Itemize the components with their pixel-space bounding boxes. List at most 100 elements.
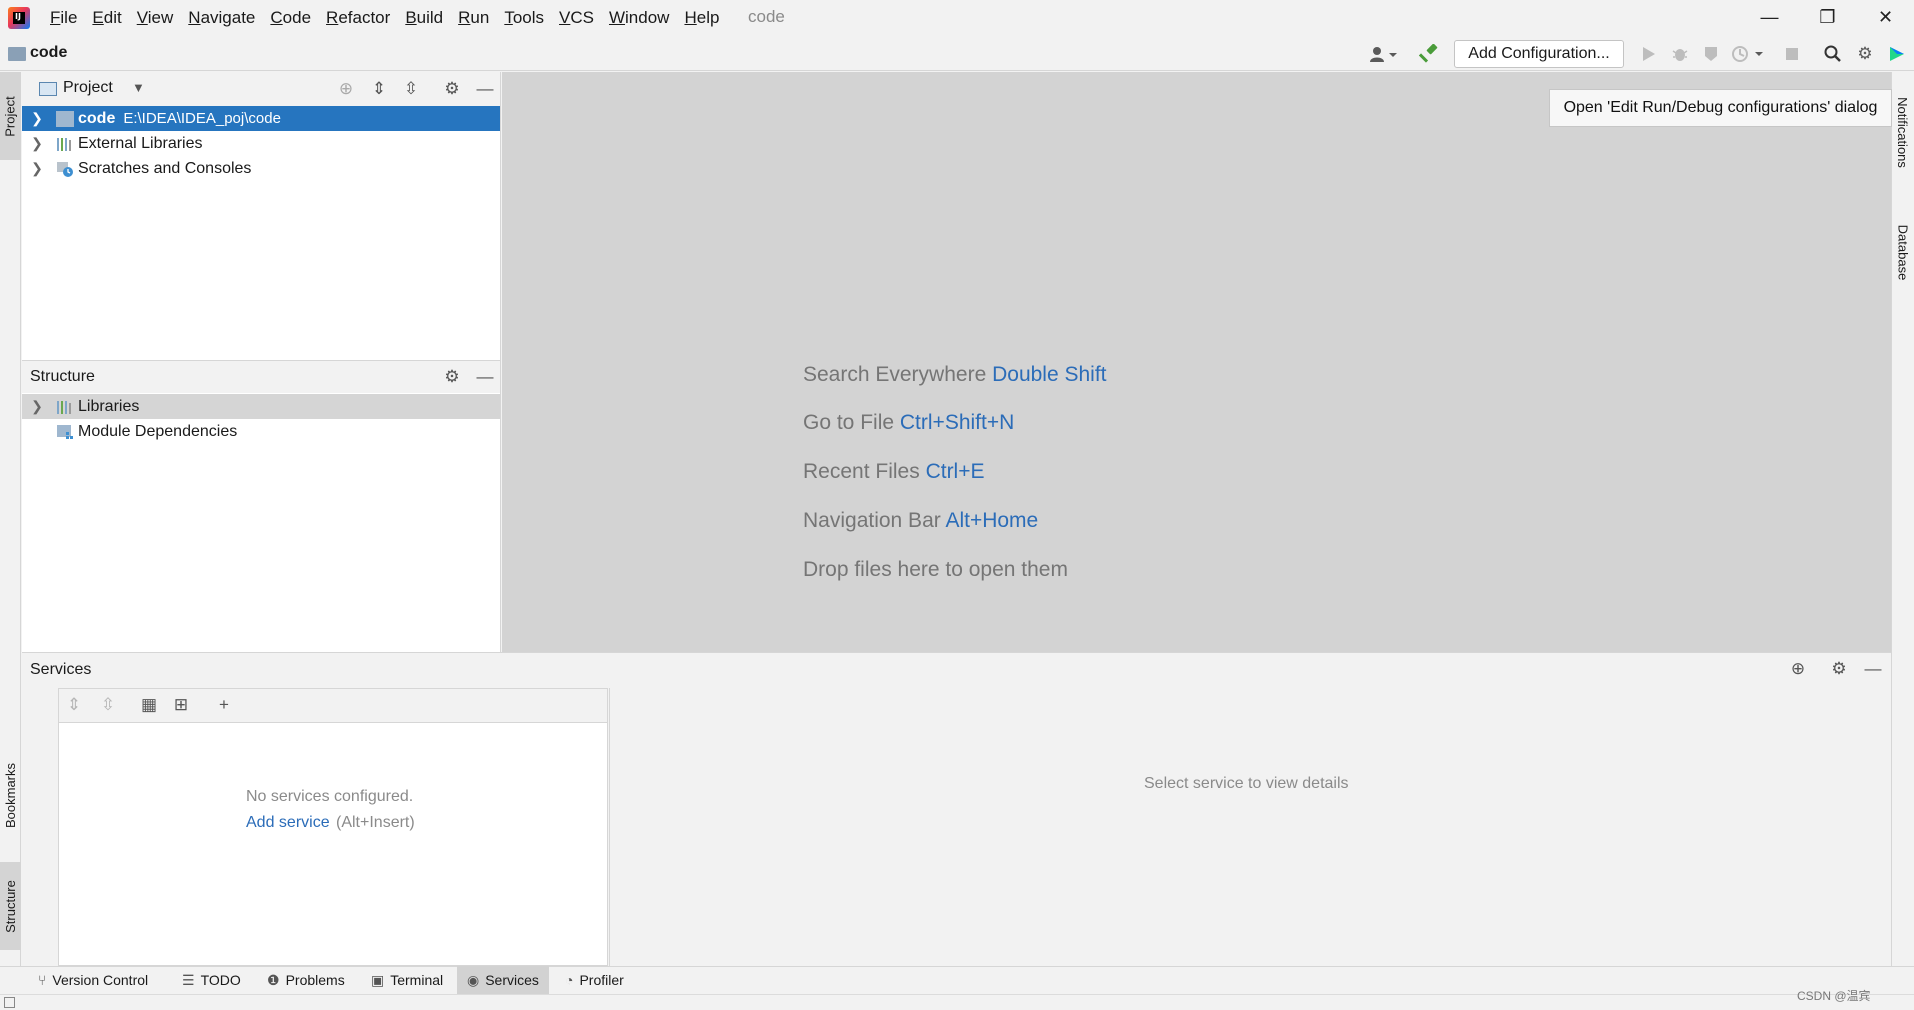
settings-gear-icon[interactable]: ⚙	[1852, 42, 1878, 66]
project-tool-tab[interactable]: Project	[0, 72, 21, 160]
tree-item-code-module[interactable]: ❯ code E:\IDEA\IDEA_poj\code	[22, 106, 500, 131]
edit-configurations-tooltip: Open 'Edit Run/Debug configurations' dia…	[1549, 89, 1892, 127]
expand-chevron-icon[interactable]: ❯	[30, 110, 44, 127]
hint-drop-files: Drop files here to open them	[803, 558, 1068, 582]
project-view-icon	[39, 82, 57, 96]
module-path: E:\IDEA\IDEA_poj\code	[123, 110, 281, 127]
add-service-shortcut: (Alt+Insert)	[336, 814, 415, 831]
breadcrumb[interactable]: code	[30, 44, 67, 62]
add-service-link[interactable]: Add service	[246, 814, 330, 832]
debug-icon[interactable]	[1667, 42, 1693, 66]
menu-build[interactable]: Build	[405, 8, 443, 28]
tab-label: Services	[485, 972, 539, 988]
library-icon	[56, 399, 74, 415]
user-account-icon[interactable]	[1366, 42, 1400, 66]
hide-panel-icon[interactable]: —	[474, 366, 496, 388]
project-panel: Project ▼ ⊕ ⇕ ⇳ ⚙ — ❯ code E:\IDEA\IDEA_…	[22, 72, 501, 360]
collapse-all-icon[interactable]: ⇳	[400, 78, 422, 100]
menu-file[interactable]: File	[50, 8, 77, 28]
build-hammer-icon[interactable]	[1416, 42, 1442, 66]
panel-settings-gear-icon[interactable]: ⚙	[441, 366, 463, 388]
hint-search-everywhere: Search Everywhere Double Shift	[803, 363, 1107, 387]
database-tool-tab-label: Database	[1895, 224, 1910, 280]
tree-item-label: External Libraries	[78, 134, 203, 152]
structure-tool-tab[interactable]: Structure	[0, 862, 21, 950]
tree-item-scratches[interactable]: ❯ Scratches and Consoles	[22, 156, 500, 181]
tab-profiler[interactable]: ◔ Profiler	[555, 966, 634, 994]
notifications-tool-tab[interactable]: Notifications	[1892, 72, 1913, 192]
view-dropdown-chevron-icon[interactable]: ▼	[132, 80, 145, 95]
expand-chevron-icon[interactable]: ❯	[30, 135, 44, 152]
tab-terminal[interactable]: ▣ Terminal	[361, 966, 453, 994]
tree-item-libraries[interactable]: ❯ Libraries	[22, 394, 500, 419]
tab-label: Version Control	[52, 972, 149, 988]
database-tool-tab[interactable]: Database	[1892, 212, 1913, 292]
tab-problems[interactable]: ❶ Problems	[257, 966, 355, 994]
new-service-tab-icon[interactable]: ⊞	[168, 693, 194, 717]
expand-chevron-icon[interactable]: ❯	[30, 398, 44, 415]
tab-label: Problems	[285, 972, 345, 988]
tab-version-control[interactable]: ⑂ Version Control	[28, 966, 158, 994]
group-by-icon[interactable]: ▦	[136, 693, 162, 717]
module-folder-icon	[56, 110, 74, 127]
hint-text: Recent Files	[803, 460, 920, 483]
services-tree	[58, 688, 608, 966]
hint-shortcut: Ctrl+E	[925, 460, 985, 483]
folder-icon	[8, 47, 26, 61]
menu-code[interactable]: Code	[270, 8, 311, 28]
hint-shortcut: Double Shift	[992, 363, 1107, 386]
minimize-button[interactable]: —	[1741, 0, 1798, 35]
right-tool-stripe: Notifications Database	[1891, 72, 1914, 966]
services-settings-gear-icon[interactable]: ⚙	[1828, 658, 1850, 680]
expand-all-icon[interactable]: ⇕	[61, 693, 87, 717]
close-window-button[interactable]: ✕	[1857, 0, 1914, 35]
collapse-all-icon[interactable]: ⇳	[95, 693, 121, 717]
menu-refactor[interactable]: Refactor	[326, 8, 390, 28]
menu-view[interactable]: View	[137, 8, 174, 28]
expand-all-icon[interactable]: ⇕	[368, 78, 390, 100]
structure-panel: Structure ⚙ — ❯ Libraries Module Depende…	[22, 360, 501, 652]
run-icon[interactable]	[1636, 42, 1662, 66]
profile-run-icon[interactable]	[1729, 42, 1767, 66]
locate-service-icon[interactable]: ⊕	[1787, 658, 1809, 680]
hint-text: Search Everywhere	[803, 363, 987, 386]
status-bar	[0, 994, 1914, 1010]
coverage-icon[interactable]	[1698, 42, 1724, 66]
hint-text: Go to File	[803, 411, 895, 434]
search-icon[interactable]	[1820, 42, 1846, 66]
panel-settings-gear-icon[interactable]: ⚙	[441, 78, 463, 100]
restore-button[interactable]: ❐	[1799, 0, 1856, 35]
hint-text: Navigation Bar	[803, 509, 941, 532]
expand-chevron-icon[interactable]: ❯	[30, 160, 44, 177]
tab-services[interactable]: ◉ Services	[457, 966, 549, 994]
tab-todo[interactable]: ☰ TODO	[172, 966, 251, 994]
menu-tools[interactable]: Tools	[504, 8, 544, 28]
hide-services-icon[interactable]: —	[1862, 658, 1884, 680]
tree-item-label: Module Dependencies	[78, 422, 238, 440]
tree-item-external-libraries[interactable]: ❯ External Libraries	[22, 131, 500, 156]
window-title: code	[748, 7, 785, 26]
code-with-me-icon[interactable]	[1884, 42, 1910, 66]
structure-tool-tab-label: Structure	[3, 879, 18, 933]
toggle-tool-windows-icon[interactable]	[4, 997, 15, 1008]
menu-navigate[interactable]: Navigate	[188, 8, 255, 28]
menu-vcs[interactable]: VCS	[559, 8, 594, 28]
menu-help[interactable]: Help	[684, 8, 719, 28]
hint-text: Drop files here to open them	[803, 558, 1068, 581]
add-service-icon[interactable]: +	[211, 693, 237, 717]
editor-empty-area	[502, 72, 1891, 652]
tree-item-module-dependencies[interactable]: Module Dependencies	[22, 419, 500, 444]
menu-window[interactable]: Window	[609, 8, 669, 28]
menu-edit[interactable]: Edit	[92, 8, 121, 28]
list-icon: ☰	[182, 971, 195, 988]
project-view-title[interactable]: Project	[63, 79, 113, 97]
add-configuration-button[interactable]: Add Configuration...	[1454, 40, 1624, 68]
stop-icon[interactable]	[1779, 42, 1805, 66]
locate-file-icon[interactable]: ⊕	[335, 78, 357, 100]
hint-go-to-file: Go to File Ctrl+Shift+N	[803, 411, 1014, 435]
warning-circle-icon: ❶	[267, 971, 280, 988]
hint-shortcut: Alt+Home	[945, 509, 1039, 532]
bookmarks-tool-tab[interactable]: Bookmarks	[0, 750, 21, 840]
hide-panel-icon[interactable]: —	[474, 78, 496, 100]
menu-run[interactable]: Run	[458, 8, 489, 28]
